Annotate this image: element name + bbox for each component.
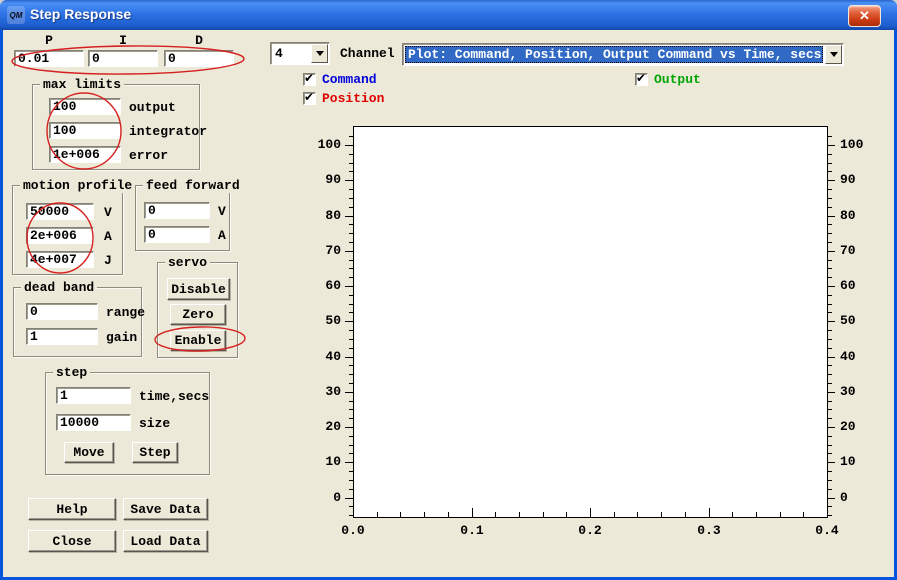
check-icon: ✔: [304, 71, 315, 85]
channel-dropdown[interactable]: 4: [270, 42, 330, 65]
check-icon: ✔: [304, 90, 315, 104]
p-input[interactable]: [14, 50, 84, 67]
max-limits-group: max limits output integrator error: [32, 77, 207, 170]
window-title: Step Response: [30, 6, 132, 22]
channel-label: Channel: [340, 46, 395, 61]
zero-button[interactable]: Zero: [170, 304, 226, 325]
output-checkbox[interactable]: ✔: [635, 71, 648, 86]
plot-selector-arrow-icon[interactable]: [825, 45, 842, 64]
jerk-label: J: [104, 253, 112, 268]
check-icon: ✔: [636, 71, 647, 85]
command-checkbox[interactable]: ✔: [303, 71, 316, 86]
velocity-label: V: [104, 205, 112, 220]
motion-profile-group: motion profile V A J: [12, 178, 136, 275]
max-output-input[interactable]: [49, 98, 121, 115]
d-label: D: [195, 33, 203, 48]
ff-velocity-label: V: [218, 204, 226, 219]
servo-group: servo Disable Zero Enable: [157, 255, 238, 358]
title-bar: QM Step Response ✕: [0, 0, 897, 30]
command-checkbox-label: Command: [322, 72, 377, 87]
plot-selector-dropdown[interactable]: Plot: Command, Position, Output Command …: [402, 43, 844, 66]
step-time-label: time,secs: [139, 389, 210, 404]
close-window-button[interactable]: Close: [28, 530, 116, 552]
position-checkbox[interactable]: ✔: [303, 90, 316, 105]
feed-forward-group: feed forward V A: [135, 178, 243, 251]
max-error-label: error: [129, 148, 169, 163]
motion-profile-title: motion profile: [20, 178, 136, 193]
max-error-input[interactable]: [49, 146, 121, 163]
max-integrator-input[interactable]: [49, 122, 121, 139]
enable-button[interactable]: Enable: [170, 330, 226, 351]
i-label: I: [119, 33, 127, 48]
max-limits-title: max limits: [40, 77, 125, 92]
d-input[interactable]: [164, 50, 234, 67]
max-integrator-label: integrator: [129, 124, 208, 139]
i-input[interactable]: [88, 50, 158, 67]
jerk-input[interactable]: [26, 251, 94, 268]
step-time-input[interactable]: [56, 387, 131, 404]
save-data-button[interactable]: Save Data: [123, 498, 208, 520]
ff-velocity-input[interactable]: [144, 202, 210, 219]
gain-input[interactable]: [26, 328, 98, 345]
velocity-input[interactable]: [26, 203, 94, 220]
dead-band-group: dead band range gain: [13, 280, 146, 357]
channel-dropdown-arrow-icon[interactable]: [311, 44, 328, 63]
position-checkbox-label: Position: [322, 91, 385, 106]
plot-selector-value: Plot: Command, Position, Output Command …: [405, 46, 823, 63]
max-output-label: output: [129, 100, 176, 115]
output-checkbox-label: Output: [654, 72, 701, 87]
close-button[interactable]: ✕: [848, 5, 881, 27]
range-label: range: [106, 305, 146, 320]
dead-band-title: dead band: [21, 280, 98, 295]
disable-button[interactable]: Disable: [167, 278, 230, 300]
help-button[interactable]: Help: [28, 498, 116, 520]
load-data-button[interactable]: Load Data: [123, 530, 208, 552]
step-size-label: size: [139, 416, 171, 431]
ff-accel-label: A: [218, 228, 226, 243]
accel-label: A: [104, 229, 112, 244]
accel-input[interactable]: [26, 227, 94, 244]
gain-label: gain: [106, 330, 138, 345]
step-response-window: QM Step Response ✕ P I D 4 Channel Plot:…: [0, 0, 897, 580]
channel-value: 4: [275, 46, 283, 61]
ff-accel-input[interactable]: [144, 226, 210, 243]
feed-forward-title: feed forward: [143, 178, 243, 193]
step-title: step: [53, 365, 91, 380]
step-group: step time,secs size Move Step: [45, 365, 210, 475]
step-button[interactable]: Step: [132, 442, 178, 463]
servo-title: servo: [165, 255, 211, 270]
app-icon: QM: [7, 6, 25, 24]
range-input[interactable]: [26, 303, 98, 320]
move-button[interactable]: Move: [64, 442, 114, 463]
plot-area: [353, 126, 828, 518]
step-size-input[interactable]: [56, 414, 131, 431]
p-label: P: [45, 33, 53, 48]
